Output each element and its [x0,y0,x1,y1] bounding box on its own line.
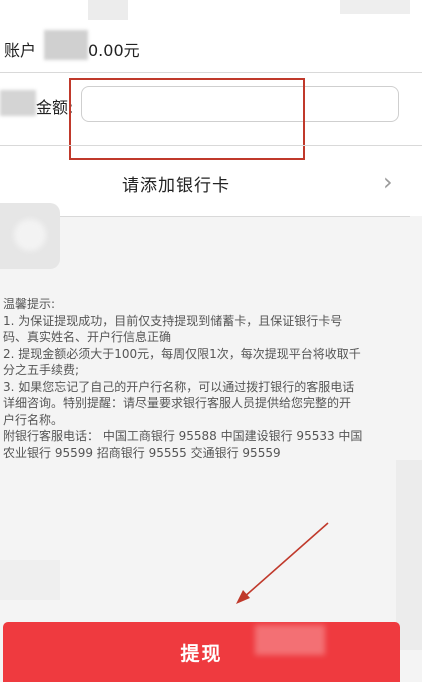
withdraw-button[interactable]: 提现 [3,622,400,682]
annotation-arrow-icon [236,522,329,604]
mosaic-blur-tile [255,625,325,655]
